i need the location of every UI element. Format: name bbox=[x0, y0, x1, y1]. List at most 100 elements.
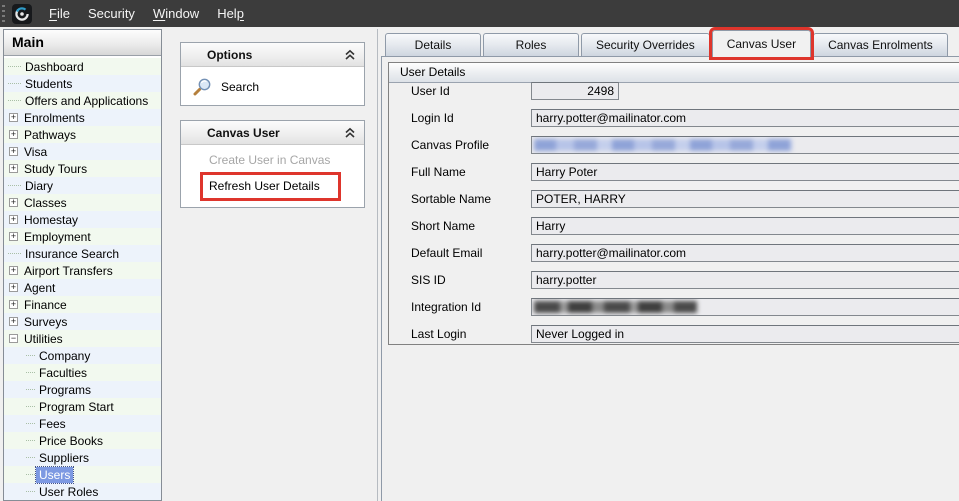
tree-item-utilities[interactable]: −Utilities bbox=[4, 330, 161, 347]
tree-connector bbox=[8, 83, 21, 84]
tab-canvas-user[interactable]: Canvas User bbox=[712, 30, 811, 57]
tree-item-employment[interactable]: +Employment bbox=[4, 228, 161, 245]
tree-connector bbox=[26, 406, 35, 407]
menu-window[interactable]: Window bbox=[144, 2, 208, 25]
expand-icon[interactable]: + bbox=[9, 198, 18, 207]
tree-item-study-tours[interactable]: +Study Tours bbox=[4, 160, 161, 177]
collapse-chevron-icon[interactable] bbox=[344, 127, 356, 139]
sis-id-label: SIS ID bbox=[411, 273, 446, 287]
tree-item-homestay[interactable]: +Homestay bbox=[4, 211, 161, 228]
tree-item-label: Finance bbox=[21, 297, 70, 313]
main-navigation-panel: Main DashboardStudentsOffers and Applica… bbox=[3, 29, 162, 501]
tree-item-label: Enrolments bbox=[21, 110, 88, 126]
create-user-in-canvas-action: Create User in Canvas bbox=[181, 150, 364, 170]
tree-item-label: Surveys bbox=[21, 314, 70, 330]
navigation-tree: DashboardStudentsOffers and Applications… bbox=[4, 56, 161, 500]
expand-icon[interactable]: + bbox=[9, 232, 18, 241]
search-action-label: Search bbox=[221, 80, 259, 94]
tree-item-label: Classes bbox=[21, 195, 70, 211]
tree-item-label: Dashboard bbox=[22, 59, 87, 75]
sortable-name-input[interactable]: POTER, HARRY bbox=[531, 190, 959, 208]
tab-security-overrides[interactable]: Security Overrides bbox=[581, 33, 710, 57]
tree-item-fees[interactable]: Fees bbox=[4, 415, 161, 432]
tree-item-pathways[interactable]: +Pathways bbox=[4, 126, 161, 143]
expand-icon[interactable]: + bbox=[9, 266, 18, 275]
tab-details[interactable]: Details bbox=[385, 33, 481, 57]
tree-item-faculties[interactable]: Faculties bbox=[4, 364, 161, 381]
tree-item-label: Fees bbox=[36, 416, 69, 432]
tree-item-visa[interactable]: +Visa bbox=[4, 143, 161, 160]
tree-item-program-start[interactable]: Program Start bbox=[4, 398, 161, 415]
tree-connector bbox=[8, 66, 21, 67]
default-email-label: Default Email bbox=[411, 246, 482, 260]
tree-item-label: Agent bbox=[21, 280, 58, 296]
tree-item-label: Visa bbox=[21, 144, 50, 160]
tree-item-insurance-search[interactable]: Insurance Search bbox=[4, 245, 161, 262]
tree-item-label: Airport Transfers bbox=[21, 263, 116, 279]
expand-icon[interactable]: + bbox=[9, 113, 18, 122]
menu-security[interactable]: Security bbox=[79, 2, 144, 25]
expand-icon[interactable]: + bbox=[9, 317, 18, 326]
tree-item-users[interactable]: Users bbox=[4, 466, 161, 483]
short-name-input[interactable]: Harry bbox=[531, 217, 959, 235]
tree-item-offers-and-applications[interactable]: Offers and Applications bbox=[4, 92, 161, 109]
tab-roles[interactable]: Roles bbox=[483, 33, 579, 57]
expand-icon[interactable]: + bbox=[9, 130, 18, 139]
tree-item-label: Users bbox=[36, 467, 73, 483]
tree-item-surveys[interactable]: +Surveys bbox=[4, 313, 161, 330]
search-action[interactable]: Search bbox=[181, 67, 364, 105]
tree-item-label: Suppliers bbox=[36, 450, 92, 466]
tab-canvas-enrolments[interactable]: Canvas Enrolments bbox=[813, 33, 948, 57]
app-logo-icon[interactable] bbox=[12, 4, 32, 24]
tree-item-label: Homestay bbox=[21, 212, 81, 228]
user-details-group: User Details User Id2498Login Idharry.po… bbox=[388, 62, 959, 345]
tree-item-students[interactable]: Students bbox=[4, 75, 161, 92]
sidebar-title: Main bbox=[4, 30, 161, 56]
refresh-user-details-action[interactable]: Refresh User Details bbox=[203, 175, 338, 198]
tree-item-label: Program Start bbox=[36, 399, 117, 415]
menu-file[interactable]: File bbox=[40, 2, 79, 25]
tree-item-company[interactable]: Company bbox=[4, 347, 161, 364]
tree-item-programs[interactable]: Programs bbox=[4, 381, 161, 398]
tree-item-classes[interactable]: +Classes bbox=[4, 194, 161, 211]
default-email-input[interactable]: harry.potter@mailinator.com bbox=[531, 244, 959, 262]
collapse-chevron-icon[interactable] bbox=[344, 49, 356, 61]
integration-id-input[interactable] bbox=[531, 298, 959, 316]
canvas-profile-input[interactable] bbox=[531, 136, 959, 154]
expand-icon[interactable]: + bbox=[9, 283, 18, 292]
search-icon bbox=[193, 77, 212, 96]
tree-item-agent[interactable]: +Agent bbox=[4, 279, 161, 296]
tree-item-price-books[interactable]: Price Books bbox=[4, 432, 161, 449]
toolbar-grip[interactable] bbox=[2, 5, 5, 22]
tree-connector bbox=[26, 491, 35, 492]
tree-item-label: Students bbox=[22, 76, 75, 92]
collapse-icon[interactable]: − bbox=[9, 334, 18, 343]
expand-icon[interactable]: + bbox=[9, 164, 18, 173]
menu-bar: FileSecurityWindowHelp bbox=[0, 0, 959, 27]
tree-item-suppliers[interactable]: Suppliers bbox=[4, 449, 161, 466]
expand-icon[interactable]: + bbox=[9, 147, 18, 156]
tab-strip: DetailsRolesSecurity OverridesCanvas Use… bbox=[385, 30, 959, 57]
tree-item-enrolments[interactable]: +Enrolments bbox=[4, 109, 161, 126]
expand-icon[interactable]: + bbox=[9, 300, 18, 309]
user-details-group-title: User Details bbox=[389, 63, 959, 83]
tree-item-finance[interactable]: +Finance bbox=[4, 296, 161, 313]
user-id-input[interactable]: 2498 bbox=[531, 82, 619, 100]
last-login-input[interactable]: Never Logged in bbox=[531, 325, 959, 343]
menu-help[interactable]: Help bbox=[208, 2, 253, 25]
full-name-input[interactable]: Harry Poter bbox=[531, 163, 959, 181]
tree-item-label: Programs bbox=[36, 382, 94, 398]
tree-item-airport-transfers[interactable]: +Airport Transfers bbox=[4, 262, 161, 279]
tree-item-dashboard[interactable]: Dashboard bbox=[4, 58, 161, 75]
canvas-user-actions: Create User in Canvas Refresh User Detail… bbox=[181, 150, 364, 198]
tree-item-label: User Roles bbox=[36, 484, 101, 500]
tree-item-label: Price Books bbox=[36, 433, 106, 449]
options-panel: Options Search bbox=[180, 42, 365, 106]
menu-bar-items: FileSecurityWindowHelp bbox=[40, 2, 253, 25]
sis-id-input[interactable]: harry.potter bbox=[531, 271, 959, 289]
expand-icon[interactable]: + bbox=[9, 215, 18, 224]
login-id-input[interactable]: harry.potter@mailinator.com bbox=[531, 109, 959, 127]
tree-item-user-roles[interactable]: User Roles bbox=[4, 483, 161, 500]
tree-item-diary[interactable]: Diary bbox=[4, 177, 161, 194]
tree-connector bbox=[26, 474, 35, 475]
